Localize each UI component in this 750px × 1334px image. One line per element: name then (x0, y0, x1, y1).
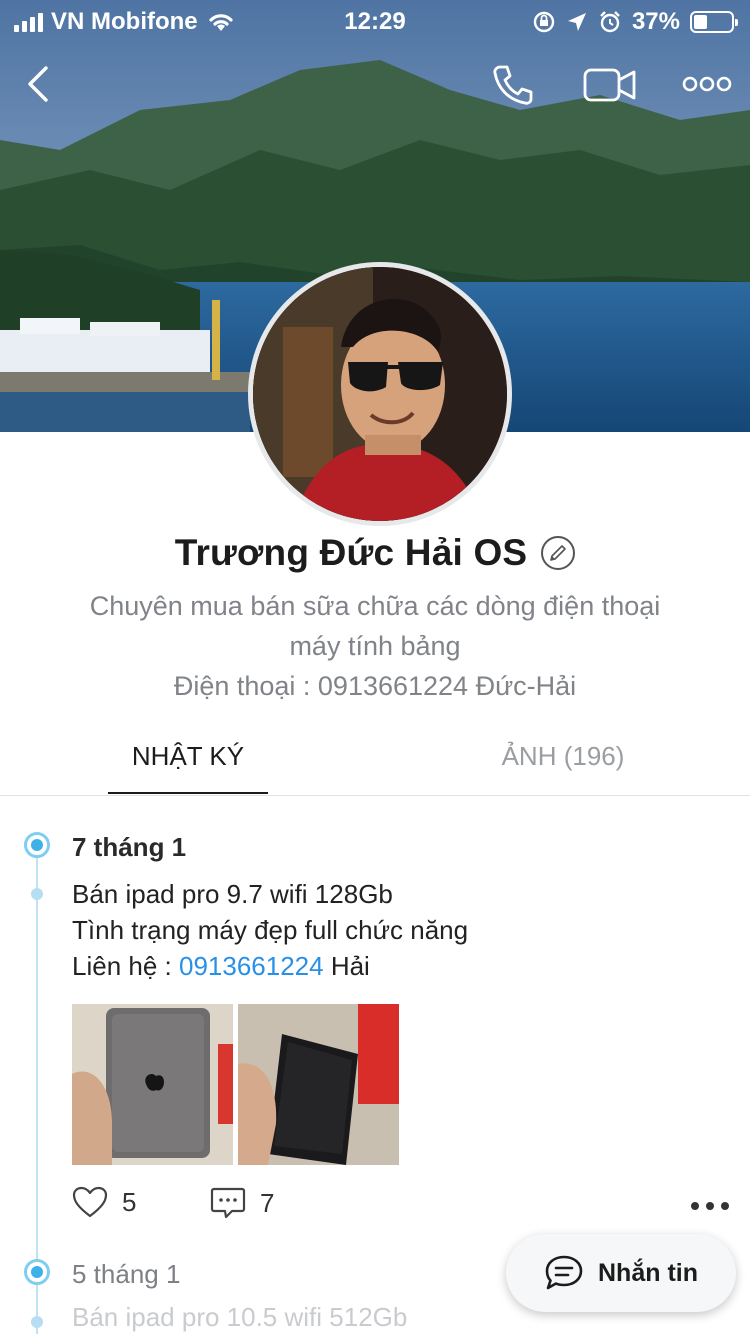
post-line: Tình trạng máy đẹp full chức năng (72, 915, 469, 945)
post-line[interactable]: Bán ipad pro 10.5 wifi 512Gb (72, 1302, 407, 1333)
chat-bubble-icon (545, 1255, 583, 1290)
post-actions: 5 7 (72, 1186, 732, 1226)
post-photo[interactable] (72, 1004, 233, 1165)
comment-count: 7 (260, 1187, 275, 1218)
phone-call-icon[interactable] (490, 62, 536, 108)
profile-bio: Chuyên mua bán sữa chữa các dòng điện th… (30, 586, 720, 706)
timeline-dot-small (31, 1316, 43, 1328)
message-button[interactable]: Nhắn tin (506, 1234, 736, 1312)
battery-icon (690, 11, 738, 33)
active-tab-indicator (108, 792, 268, 794)
tab-diary[interactable]: NHẬT KÝ (108, 716, 268, 796)
timeline-dot (24, 832, 50, 858)
post-more-icon[interactable] (690, 1200, 730, 1212)
tab-photos[interactable]: ẢNH (196) (460, 716, 666, 796)
post-contact-line: Liên hệ : 0913661224 Hải (72, 948, 468, 984)
avatar-photo (253, 267, 507, 521)
bio-line: máy tính bảng (289, 631, 461, 661)
alarm-icon (600, 11, 620, 33)
post-photo[interactable] (238, 1004, 399, 1165)
battery-level (694, 15, 708, 29)
edit-pencil-icon[interactable] (541, 536, 576, 570)
phone-link[interactable]: 0913661224 (179, 951, 324, 981)
profile-tabs: NHẬT KÝ ẢNH (196) (0, 716, 750, 796)
heart-icon (72, 1186, 108, 1218)
timeline-dot-small (31, 888, 43, 900)
status-bar: VN Mobifone 12:29 37% (0, 0, 750, 42)
message-button-label: Nhắn tin (598, 1258, 698, 1287)
ipad-back-photo (72, 1004, 233, 1165)
like-count: 5 (122, 1186, 137, 1217)
battery-percent: 37% (631, 8, 680, 35)
more-options-icon[interactable] (682, 74, 732, 94)
post-line: Bán ipad pro 9.7 wifi 128Gb (72, 879, 393, 909)
location-arrow-icon (567, 13, 586, 31)
bio-phone-line: Điện thoại : 0913661224 Đức-Hải (173, 671, 577, 701)
rotation-lock-icon (533, 11, 555, 33)
post-text[interactable]: Bán ipad pro 9.7 wifi 128Gb Tình trạng m… (72, 876, 468, 984)
bio-line: Chuyên mua bán sữa chữa các dòng điện th… (89, 591, 661, 621)
ipad-front-photo (238, 1004, 399, 1165)
post-date: 7 tháng 1 (72, 832, 187, 862)
contact-label: Liên hệ : (72, 951, 179, 981)
back-chevron-icon[interactable] (22, 64, 58, 104)
like-button[interactable]: 5 (72, 1186, 136, 1218)
contact-name: Hải (323, 951, 370, 981)
video-call-icon[interactable] (582, 64, 638, 106)
timeline-dot (24, 1259, 50, 1285)
profile-name: Trương Đức Hải OS (174, 532, 528, 573)
post-date: 5 tháng 1 (72, 1259, 181, 1289)
avatar[interactable] (248, 262, 512, 526)
profile-header: Trương Đức Hải OS (0, 526, 750, 580)
avatar-portrait (253, 267, 507, 521)
comment-icon (210, 1187, 246, 1219)
comment-button[interactable]: 7 (210, 1186, 274, 1220)
status-right: 37% (532, 8, 738, 36)
